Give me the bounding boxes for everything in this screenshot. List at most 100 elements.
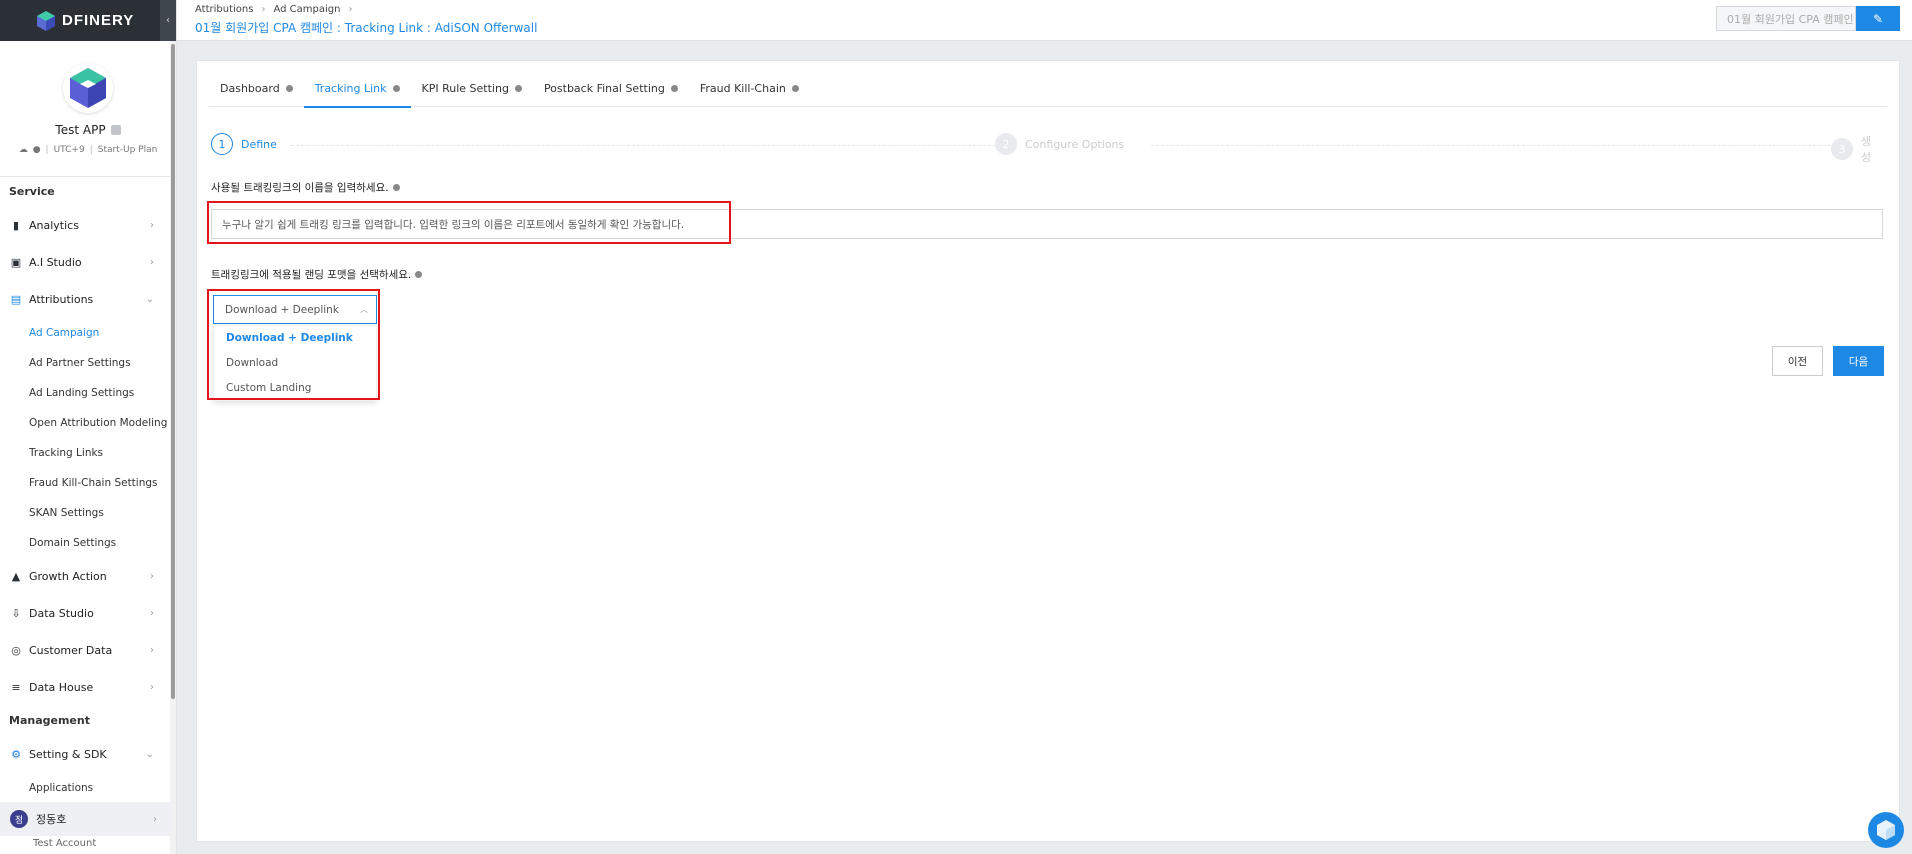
step-1: 1 Define [211,133,283,155]
sidebar-item-data-studio[interactable]: ⇩ Data Studio › [0,595,176,632]
tab-bar: Dashboard Tracking Link KPI Rule Setting… [209,69,1887,108]
chevron-right-icon: › [150,608,154,619]
download-icon: ⇩ [11,607,21,620]
sidebar-subitem-ad-landing-settings[interactable]: Ad Landing Settings [0,378,176,408]
collapse-sidebar-button[interactable]: ‹ [160,0,176,41]
tab-postback-final-setting[interactable]: Postback Final Setting [533,69,689,107]
app-switch-icon[interactable] [110,125,121,135]
brand-name: DFINERY [62,12,135,29]
campaign-name-field[interactable]: 01월 회원가입 CPA 캠페인 [1716,6,1856,31]
chevron-right-icon: › [348,4,353,15]
chevron-down-icon: ⌄ [145,294,154,305]
prev-button[interactable]: 이전 [1772,346,1823,376]
tab-fraud-kill-chain[interactable]: Fraud Kill-Chain [689,69,810,107]
chevron-down-icon: ⌄ [145,749,154,760]
sidebar-item-label: Data Studio [29,607,94,620]
chevron-left-icon: ‹ [166,15,170,26]
sidebar-subitem-open-attribution-modeling[interactable]: Open Attribution Modeling [0,408,176,438]
sidebar-item-label: Analytics [29,219,79,232]
tab-label: KPI Rule Setting [421,81,509,95]
sidebar-subitem-tracking-links[interactable]: Tracking Links [0,438,176,468]
app-icon[interactable] [63,63,113,113]
breadcrumb-item[interactable]: Attributions [195,4,253,15]
chevron-right-icon: › [153,813,157,825]
step-2: 2 Configure Options [995,133,1131,155]
sidebar-item-attributions[interactable]: ▤ Attributions ⌄ [0,281,176,318]
avatar: 정 [10,810,28,828]
page-header: Attributions › Ad Campaign › 01월 회원가입 CP… [177,0,1912,41]
service-section-title: Service [9,185,55,198]
sidebar-item-label: Customer Data [29,644,113,657]
highlight-box [207,201,731,244]
user-name: 정동호 [36,813,67,826]
scrollbar-thumb[interactable] [171,44,175,699]
sidebar-subitem-ad-campaign[interactable]: Ad Campaign [0,318,176,348]
tab-label: Dashboard [220,81,280,95]
app-meta: ☁ ● | UTC+9 | Start-Up Plan [18,145,158,155]
dfinery-logo-icon [36,10,56,32]
chevron-right-icon: › [261,4,266,15]
management-section-title: Management [9,714,90,727]
sidebar-item-growth-action[interactable]: ▲ Growth Action › [0,558,176,595]
chevron-right-icon: › [150,571,154,582]
chevron-right-icon: › [150,257,154,268]
tab-dashboard[interactable]: Dashboard [209,69,304,107]
gear-icon: ⚙ [11,748,21,761]
sidebar-subitem-fraud-kill-chain-settings[interactable]: Fraud Kill-Chain Settings [0,468,176,498]
logo-bar: DFINERY ‹ [0,0,176,41]
android-icon: ☁ [18,145,28,155]
info-icon [415,271,423,278]
page-title: 01월 회원가입 CPA 캠페인 : Tracking Link : AdiSO… [195,21,538,35]
step-number: 2 [995,133,1017,155]
account-name: Test Account [33,838,97,849]
info-icon [670,84,678,92]
tracking-link-name-label: 사용될 트래킹링크의 이름을 입력하세요. [211,180,400,195]
highlight-box [207,289,380,400]
user-menu[interactable]: 정 정동호 › [0,802,171,836]
sidebar-item-data-house[interactable]: ≡ Data House › [0,669,176,706]
step-3: 3 생성 [1831,133,1887,165]
step-label: Configure Options [1025,137,1125,151]
sidebar-item-label: A.I Studio [29,256,82,269]
tab-label: Fraud Kill-Chain [699,81,786,95]
edit-button[interactable]: ✎ [1856,6,1900,31]
step-divider [1151,145,1851,146]
sidebar-subitem-ad-partner-settings[interactable]: Ad Partner Settings [0,348,176,378]
attribution-icon: ▤ [10,293,22,306]
growth-icon: ▲ [11,570,21,583]
pencil-icon: ✎ [1872,11,1884,26]
info-icon [392,184,400,191]
chevron-right-icon: › [150,645,154,656]
timezone: UTC+9 [53,145,85,155]
app-profile: Test APP ☁ ● | UTC+9 | Start-Up Plan [0,41,176,177]
step-divider [291,145,1011,146]
sidebar-subitem-applications[interactable]: Applications [0,773,176,803]
chevron-right-icon: › [150,682,154,693]
sidebar-subitem-skan-settings[interactable]: SKAN Settings [0,498,176,528]
sidebar-item-label: Attributions [29,293,94,306]
chat-support-button[interactable] [1868,812,1904,848]
app-name: Test APP [55,123,106,137]
sidebar-item-ai-studio[interactable]: ▣ A.I Studio › [0,244,176,281]
target-icon: ◎ [11,644,21,657]
ai-icon: ▣ [10,256,22,269]
sidebar-item-setting-sdk[interactable]: ⚙ Setting & SDK ⌄ [0,736,176,773]
sidebar-item-customer-data[interactable]: ◎ Customer Data › [0,632,176,669]
step-label: Define [241,137,277,151]
step-label: 생성 [1860,135,1871,164]
app-name-row: Test APP [0,123,176,137]
cube-icon [1877,820,1895,840]
sidebar-item-analytics[interactable]: ▮ Analytics › [0,207,176,244]
tab-tracking-link[interactable]: Tracking Link [303,69,411,108]
apple-icon: ● [32,145,41,155]
stepper: 1 Define 2 Configure Options 3 생성 [211,133,1887,165]
sidebar-subitem-domain-settings[interactable]: Domain Settings [0,528,176,558]
next-button[interactable]: 다음 [1833,346,1884,376]
tab-kpi-rule-setting[interactable]: KPI Rule Setting [411,69,533,107]
sidebar-scrollbar[interactable] [170,41,176,854]
database-icon: ≡ [11,681,21,694]
info-icon [514,84,522,92]
landing-format-label: 트래킹링크에 적용될 랜딩 포맷을 선택하세요. [211,267,423,282]
breadcrumb-item[interactable]: Ad Campaign [273,4,340,15]
bar-chart-icon: ▮ [12,219,20,232]
